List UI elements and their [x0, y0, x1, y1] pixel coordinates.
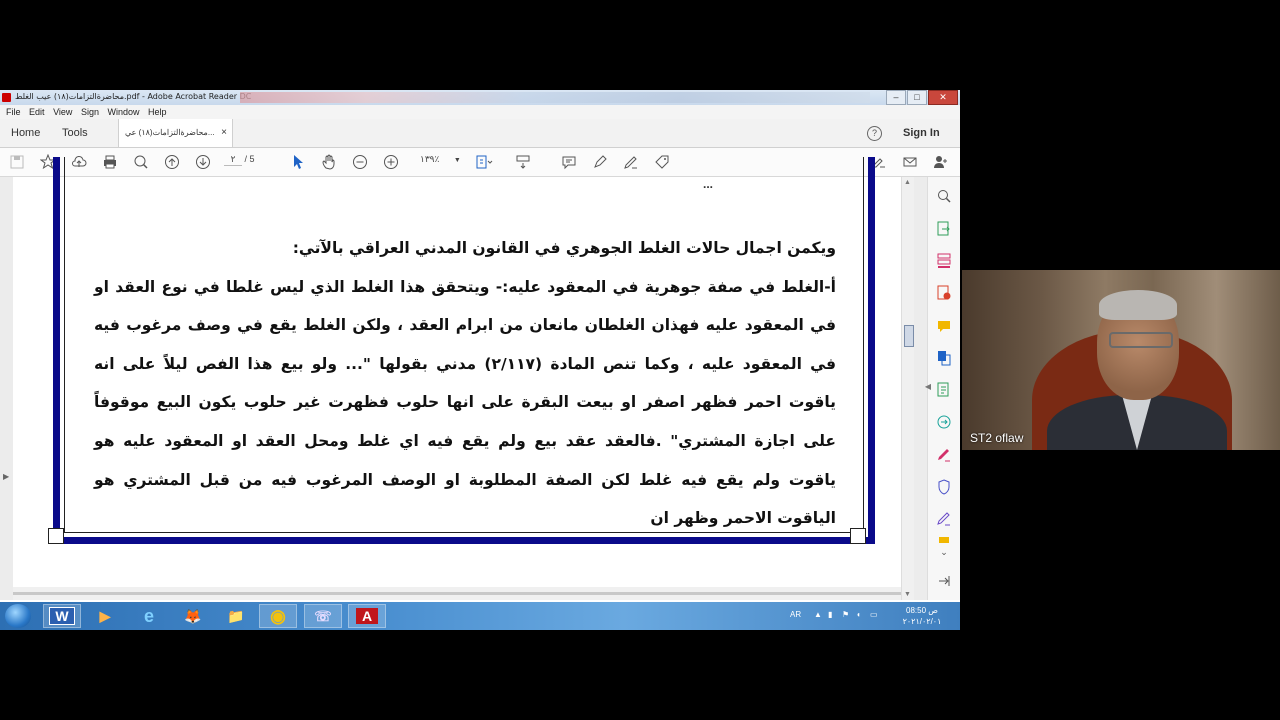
fill-sign-icon[interactable]: [935, 446, 953, 464]
chrome-icon: ◉: [270, 605, 286, 626]
menu-edit[interactable]: Edit: [29, 105, 45, 119]
tray-flag-icon[interactable]: ⚑: [842, 610, 849, 619]
horizontal-scroll-track[interactable]: [13, 592, 901, 595]
frame-corner-right: [850, 528, 866, 544]
window-controls: – □ ✕: [886, 90, 958, 105]
menu-help[interactable]: Help: [148, 105, 167, 119]
language-indicator[interactable]: AR: [790, 610, 801, 619]
frame-corner-left: [48, 528, 64, 544]
vertical-scrollbar[interactable]: ▲ ▼: [901, 177, 914, 600]
organize-pages-icon[interactable]: [935, 252, 953, 270]
webcam-glasses: [1109, 332, 1173, 348]
protect-shield-icon[interactable]: [935, 478, 953, 496]
acrobat-app-icon: [2, 93, 11, 102]
maximize-button[interactable]: □: [907, 90, 927, 105]
taskbar-internet-explorer[interactable]: e: [130, 604, 168, 628]
desktop-screen: محاضرةالتزامات(١٨) عيب الغلط.pdf - Adobe…: [0, 90, 960, 630]
tab-tools[interactable]: Tools: [62, 119, 88, 147]
taskbar-firefox[interactable]: 🦊: [174, 604, 212, 628]
scroll-thumb[interactable]: [904, 325, 914, 347]
clock-time: 08:50 ص: [906, 606, 938, 615]
menu-file[interactable]: File: [6, 105, 21, 119]
taskbar-clock[interactable]: 08:50 ص ٢٠٢١/٠٢/٠١: [896, 605, 948, 627]
tray-battery-icon[interactable]: ▭: [870, 610, 878, 619]
export-pdf-icon[interactable]: [935, 220, 953, 238]
word-icon: W: [49, 607, 75, 625]
tabs-bar: Home Tools محاضرةالتزامات(١٨) عي... × ? …: [0, 119, 960, 148]
scroll-down-icon[interactable]: ▼: [904, 591, 911, 598]
firefox-icon: 🦊: [184, 607, 202, 624]
webcam-hair: [1099, 290, 1177, 320]
taskbar-viber[interactable]: ☏: [304, 604, 342, 628]
create-pdf-icon[interactable]: [935, 284, 953, 302]
pdf-page: ... ويكمن اجمال حالات الغلط الجوهري في ا…: [13, 157, 901, 587]
taskbar-media-player[interactable]: ▶: [86, 604, 124, 628]
tab-home[interactable]: Home: [11, 119, 40, 147]
document-viewport[interactable]: ▶ ... ويكمن اجمال حالات الغلط الجوهري في…: [0, 157, 927, 600]
acrobat-icon: A: [355, 608, 379, 624]
minimize-button[interactable]: –: [886, 90, 906, 105]
title-bar-background: [240, 92, 870, 103]
viber-icon: ☏: [314, 607, 332, 624]
taskbar-acrobat[interactable]: A: [348, 604, 386, 628]
tray-volume-icon[interactable]: ◖: [856, 610, 861, 619]
menu-sign[interactable]: Sign: [81, 105, 99, 119]
participant-name: ST2 oflaw: [970, 431, 1024, 445]
menu-bar: File Edit View Sign Window Help: [0, 105, 960, 119]
edit-pdf-icon[interactable]: [935, 381, 953, 399]
save-icon[interactable]: [7, 152, 27, 172]
right-tools-pane: ⌄ ◀: [925, 177, 960, 600]
window-title-bar[interactable]: محاضرةالتزامات(١٨) عيب الغلط.pdf - Adobe…: [0, 90, 960, 105]
menu-window[interactable]: Window: [107, 105, 139, 119]
menu-view[interactable]: View: [53, 105, 72, 119]
share-user-icon[interactable]: [931, 152, 951, 172]
collapse-pane-icon[interactable]: [935, 572, 953, 590]
expand-right-pane-icon[interactable]: ◀: [919, 377, 937, 395]
tab-document[interactable]: محاضرةالتزامات(١٨) عي... ×: [118, 119, 233, 147]
document-text: ويكمن اجمال حالات الغلط الجوهري في القان…: [94, 229, 836, 538]
taskbar-chrome[interactable]: ◉: [259, 604, 297, 628]
comment-tool-icon[interactable]: [935, 317, 953, 335]
media-player-icon: ▶: [99, 607, 111, 624]
scroll-up-icon[interactable]: ▲: [904, 179, 911, 186]
folder-icon: 📁: [227, 607, 245, 624]
paragraph-heading: ويكمن اجمال حالات الغلط الجوهري في القان…: [292, 239, 836, 257]
help-icon[interactable]: ?: [867, 126, 882, 141]
webcam-video-tile[interactable]: ST2 oflaw: [962, 270, 1280, 450]
tray-expand-icon[interactable]: ▲: [814, 610, 822, 619]
left-pane-toggle-icon[interactable]: ▶: [3, 472, 9, 481]
send-review-icon[interactable]: [935, 413, 953, 431]
close-window-button[interactable]: ✕: [928, 90, 958, 105]
chevron-down-icon[interactable]: ⌄: [935, 543, 953, 561]
tray-network-icon[interactable]: ▮: [828, 610, 832, 619]
window-title: محاضرةالتزامات(١٨) عيب الغلط.pdf - Adobe…: [15, 92, 252, 101]
windows-taskbar: W ▶ e 🦊 📁 ◉ ☏ A AR ▲ ▮ ⚑ ◖ ▭ 08:50 ص ٢٠٢…: [0, 602, 960, 630]
horizontal-scrollbar[interactable]: [13, 587, 901, 600]
paragraph-body: أ-الغلط في صفة جوهرية في المعقود عليه:- …: [94, 277, 836, 528]
taskbar-file-explorer[interactable]: 📁: [217, 604, 255, 628]
internet-explorer-icon: e: [143, 605, 154, 626]
email-icon[interactable]: [900, 152, 920, 172]
tab-document-label: محاضرةالتزامات(١٨) عي...: [125, 128, 215, 137]
send-sign-icon[interactable]: [935, 510, 953, 528]
combine-files-icon[interactable]: [935, 349, 953, 367]
close-tab-icon[interactable]: ×: [221, 119, 227, 147]
clock-date: ٢٠٢١/٠٢/٠١: [902, 617, 942, 626]
sign-in-button[interactable]: Sign In: [903, 119, 940, 147]
start-button[interactable]: [5, 604, 31, 628]
search-tool-icon[interactable]: [935, 187, 953, 205]
taskbar-word[interactable]: W: [43, 604, 81, 628]
